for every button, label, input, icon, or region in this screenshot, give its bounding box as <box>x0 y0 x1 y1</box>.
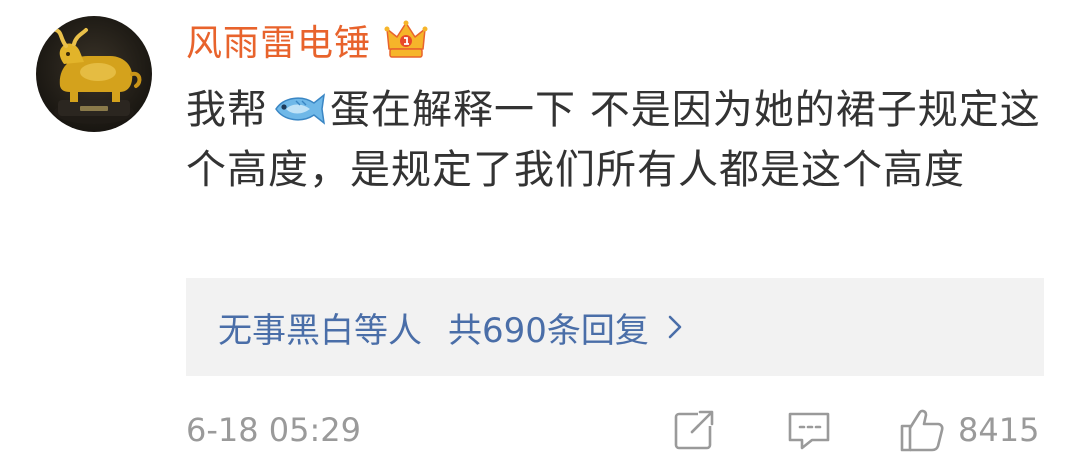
comment-text: 我帮 蛋在解释一下 不是因为她的裙子规定这个高度，是规定了我们所有人都是这个高度 <box>186 80 1046 200</box>
replies-count: 共690条回复 <box>448 310 649 351</box>
username-row: 风雨雷电锤 <box>186 14 429 66</box>
thumbs-up-icon <box>900 409 944 452</box>
comment-icon[interactable] <box>786 408 832 452</box>
fish-icon <box>275 93 326 125</box>
share-icon[interactable] <box>672 408 716 452</box>
like-button[interactable]: 8415 <box>898 402 1039 458</box>
like-count: 8415 <box>958 411 1040 449</box>
replies-names: 无事黑白等人 <box>218 310 422 351</box>
replies-box[interactable]: 无事黑白等人 共690条回复 <box>186 278 1044 376</box>
avatar[interactable] <box>36 16 152 132</box>
replies-summary[interactable]: 无事黑白等人 共690条回复 <box>218 278 683 376</box>
golden-bull-avatar-icon <box>54 28 142 124</box>
comment-card: 风雨雷电锤 我帮 蛋在解释一下 不是因为她的裙子规定这个高度，是规定了我们所有人… <box>0 0 1080 474</box>
chevron-right-icon <box>668 315 682 339</box>
timestamp: 6-18 05:29 <box>186 411 362 449</box>
comment-text-part-1: 我帮 <box>186 87 268 133</box>
username[interactable]: 风雨雷电锤 <box>186 14 371 66</box>
crown-icon <box>384 20 428 58</box>
comment-footer: 6-18 05:29 8415 <box>186 402 1044 458</box>
